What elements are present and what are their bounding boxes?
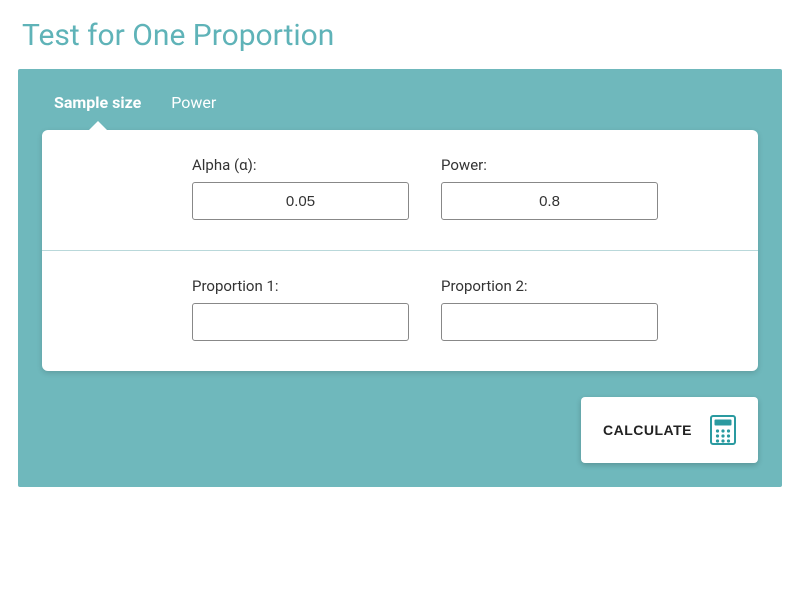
field-power: Power:: [441, 156, 658, 220]
tab-power[interactable]: Power: [171, 93, 216, 116]
tabs: Sample size Power: [42, 93, 758, 116]
form-card: Alpha (α): Power: Proportion 1: Proporti…: [42, 130, 758, 371]
tab-sample-size[interactable]: Sample size: [54, 93, 141, 116]
row-bottom: Proportion 1: Proportion 2:: [42, 250, 758, 371]
proportion2-label: Proportion 2:: [441, 277, 658, 295]
field-proportion1: Proportion 1:: [192, 277, 409, 341]
power-input[interactable]: [441, 182, 658, 220]
main-panel: Sample size Power Alpha (α): Power: Prop…: [18, 69, 782, 487]
actions: CALCULATE: [42, 397, 758, 463]
alpha-label: Alpha (α):: [192, 156, 409, 174]
proportion2-input[interactable]: [441, 303, 658, 341]
proportion1-input[interactable]: [192, 303, 409, 341]
proportion1-label: Proportion 1:: [192, 277, 409, 295]
row-top: Alpha (α): Power:: [42, 130, 758, 250]
power-label: Power:: [441, 156, 658, 174]
calculate-label: CALCULATE: [603, 422, 692, 438]
calculate-button[interactable]: CALCULATE: [581, 397, 758, 463]
field-proportion2: Proportion 2:: [441, 277, 658, 341]
page-title: Test for One Proportion: [0, 0, 800, 69]
alpha-input[interactable]: [192, 182, 409, 220]
calculator-icon: [710, 415, 736, 445]
field-alpha: Alpha (α):: [192, 156, 409, 220]
